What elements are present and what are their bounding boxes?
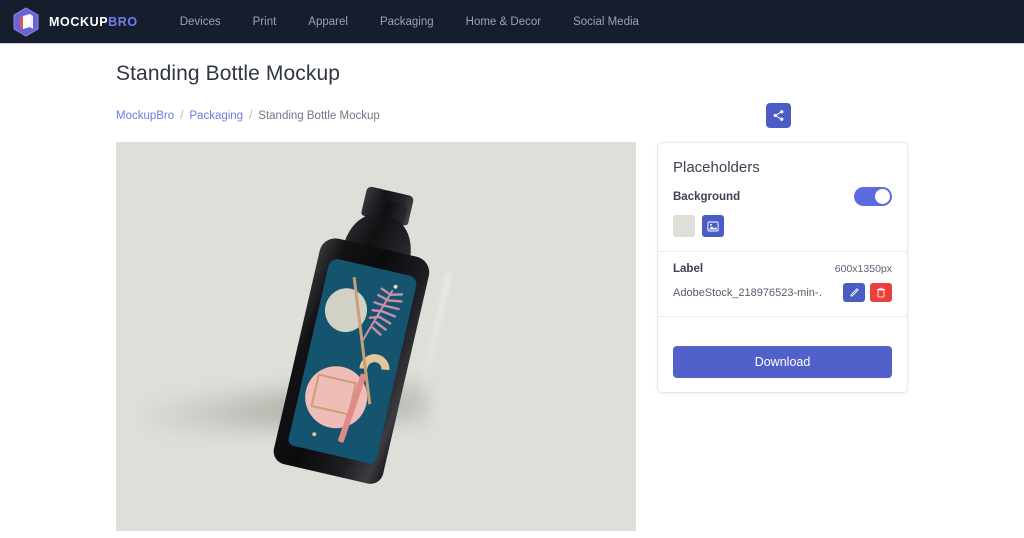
breadcrumb-current: Standing Bottle Mockup (258, 109, 380, 122)
nav-item-home-decor[interactable]: Home & Decor (450, 10, 557, 34)
download-button[interactable]: Download (673, 346, 892, 378)
mockup-preview-canvas[interactable] (116, 142, 636, 531)
top-navbar: MOCKUPBRO Devices Print Apparel Packagin… (0, 0, 1024, 44)
delete-label-button[interactable] (870, 283, 892, 302)
background-swatches (673, 215, 892, 237)
breadcrumb-separator-1: / (180, 109, 184, 122)
breadcrumb-root[interactable]: MockupBro (116, 110, 174, 122)
bottle-mockup-image (263, 177, 474, 493)
toggle-knob (875, 189, 890, 204)
breadcrumb-row: MockupBro / Packaging / Standing Bottle … (116, 103, 896, 128)
placeholders-panel: Placeholders Background Label 600x1350px… (657, 142, 908, 393)
page-title: Standing Bottle Mockup (116, 62, 341, 85)
label-header-row: Label 600x1350px (673, 263, 892, 275)
edit-label-button[interactable] (843, 283, 865, 302)
background-label: Background (673, 190, 741, 203)
panel-divider-bottom (658, 316, 907, 317)
trash-icon (877, 287, 885, 298)
main-area: Placeholders Background Label 600x1350px… (116, 142, 1024, 531)
label-dimensions: 600x1350px (834, 263, 892, 275)
page-content: Standing Bottle Mockup MockupBro / Packa… (0, 44, 1024, 531)
brand-name-accent: BRO (108, 14, 138, 29)
panel-title: Placeholders (673, 159, 760, 176)
share-button[interactable] (766, 103, 791, 128)
nav-item-devices[interactable]: Devices (164, 10, 237, 34)
label-file-name: AdobeStock_218976523-min-… (673, 286, 823, 299)
image-icon (707, 221, 719, 231)
hexagon-logo-icon (12, 6, 40, 37)
image-swatch[interactable] (702, 215, 724, 237)
label-actions (843, 283, 892, 302)
bottle-label-artwork (287, 257, 419, 465)
breadcrumb-category[interactable]: Packaging (189, 110, 243, 122)
nav-item-social-media[interactable]: Social Media (557, 10, 655, 34)
color-swatch[interactable] (673, 215, 695, 237)
label-file-row: AdobeStock_218976523-min-… (673, 283, 892, 302)
background-row: Background (673, 187, 892, 206)
brand-logo[interactable]: MOCKUPBRO (12, 6, 138, 37)
brand-name: MOCKUPBRO (49, 15, 138, 29)
nav-item-apparel[interactable]: Apparel (292, 10, 364, 34)
nav-item-print[interactable]: Print (237, 10, 293, 34)
label-dot-bottom (311, 431, 317, 437)
nav-links: Devices Print Apparel Packaging Home & D… (164, 10, 655, 34)
brand-name-primary: MOCKUP (49, 14, 109, 29)
breadcrumb: MockupBro / Packaging / Standing Bottle … (116, 110, 380, 122)
share-icon (773, 110, 784, 121)
breadcrumb-separator-2: / (249, 109, 253, 122)
background-toggle[interactable] (854, 187, 892, 206)
nav-item-packaging[interactable]: Packaging (364, 10, 450, 34)
panel-divider-top (658, 251, 907, 252)
label-title: Label (673, 263, 704, 275)
pencil-icon (849, 288, 859, 297)
